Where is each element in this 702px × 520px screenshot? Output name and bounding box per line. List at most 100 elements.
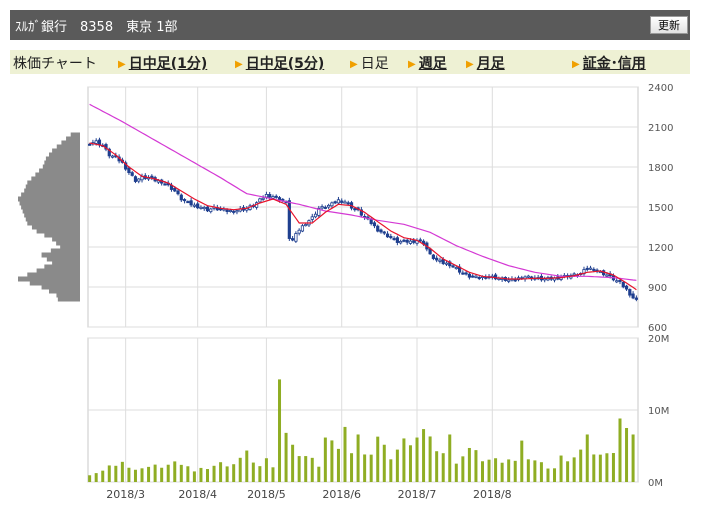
candle-body (615, 280, 619, 283)
candle-body (127, 167, 131, 174)
candle-body (572, 273, 576, 276)
volume-bar (435, 451, 439, 482)
volume-bar (343, 426, 347, 482)
candle-body (461, 272, 465, 275)
candle-body (294, 233, 298, 242)
volume-bar (494, 458, 498, 482)
candle-body (274, 195, 278, 198)
candle-body (631, 293, 635, 299)
candle-body (327, 204, 331, 208)
candle-body (192, 204, 196, 207)
volume-bar (415, 437, 419, 482)
candle-body (605, 274, 609, 277)
volume-bar (585, 434, 589, 482)
candle-body (205, 206, 210, 212)
volume-bar (395, 449, 399, 482)
x-tick-label: 2018/7 (398, 488, 437, 501)
volume-bar (592, 454, 596, 482)
volume-bar (520, 440, 524, 482)
candle-body (261, 197, 265, 200)
candle-body (408, 240, 413, 244)
price-tick-label: 1800 (648, 163, 673, 174)
volume-bar (310, 457, 314, 482)
candle-body (634, 297, 638, 300)
candle-body (395, 237, 399, 243)
volume-bar (278, 379, 282, 482)
volume-bar (605, 453, 609, 482)
price-tick-label: 1500 (648, 203, 673, 214)
volume-bar (258, 466, 262, 482)
volume-bar (598, 454, 602, 482)
volume-bar (408, 445, 412, 482)
candle-body (484, 276, 488, 279)
candle-body (182, 199, 187, 202)
candle-body (431, 254, 435, 259)
volume-bar (546, 468, 550, 482)
candle-body (179, 194, 183, 201)
candle-body (228, 210, 233, 213)
candle-body (477, 276, 481, 279)
price-tick-label: 600 (648, 323, 667, 334)
volume-bar (336, 448, 340, 482)
candle-body (313, 213, 318, 218)
candle-body (592, 268, 596, 271)
candle-body (435, 257, 439, 261)
volume-bar (88, 475, 92, 482)
volume-bar (533, 460, 537, 482)
candle-body (618, 279, 622, 282)
candle-body (385, 233, 390, 238)
volume-bar (317, 466, 321, 482)
volume-bar (428, 436, 432, 482)
volume-bar (330, 440, 334, 482)
volume-bar (94, 473, 98, 482)
volume-bar (160, 467, 164, 482)
volume-bar (147, 466, 151, 482)
volume-bar (133, 469, 137, 482)
volume-bar (611, 453, 615, 482)
candle-body (176, 190, 180, 195)
candle-body (372, 222, 377, 227)
candle-body (304, 224, 308, 227)
candle-body (225, 209, 229, 212)
volume-bar (291, 444, 295, 482)
candle-body (621, 281, 625, 288)
volume-tick-label: 0M (648, 478, 663, 489)
stock-chart: 600 900 1200 1500 1800 2100 2400 0M 10M 20M 2018/3… (18, 83, 673, 501)
price-tick-label: 1200 (648, 243, 673, 254)
candle-body (133, 176, 138, 182)
candle-body (588, 267, 593, 270)
candle-body (88, 143, 92, 146)
candle-body (454, 267, 458, 270)
volume-tick-label: 20M (648, 334, 669, 345)
candle-body (405, 239, 409, 243)
candle-body (186, 201, 190, 204)
candle-body (137, 178, 141, 182)
volume-bar (539, 462, 543, 482)
candle-body (150, 175, 154, 178)
candle-body (196, 203, 200, 209)
volume-bar (513, 460, 517, 482)
candle-body (199, 206, 203, 209)
volume-bar (553, 468, 557, 482)
candle-body (402, 239, 406, 242)
volume-bar (173, 461, 177, 482)
candle-body (297, 229, 301, 234)
candle-body (94, 140, 98, 144)
candle-body (287, 200, 291, 239)
candle-body (444, 262, 449, 265)
candle-body (451, 265, 455, 268)
x-tick-label: 2018/3 (106, 488, 145, 501)
volume-bar (251, 462, 255, 482)
candle-body (526, 275, 530, 278)
volume-bar (487, 459, 491, 482)
candle-body (130, 172, 134, 176)
volume-bar (232, 464, 236, 482)
candle-body (628, 289, 632, 296)
volume-bar (166, 464, 170, 482)
candle-body (464, 272, 468, 275)
volume-bar (219, 462, 223, 482)
volume-bar (559, 455, 563, 482)
volume-bar (507, 459, 511, 482)
volume-bar (526, 459, 530, 482)
candle-body (189, 200, 193, 206)
